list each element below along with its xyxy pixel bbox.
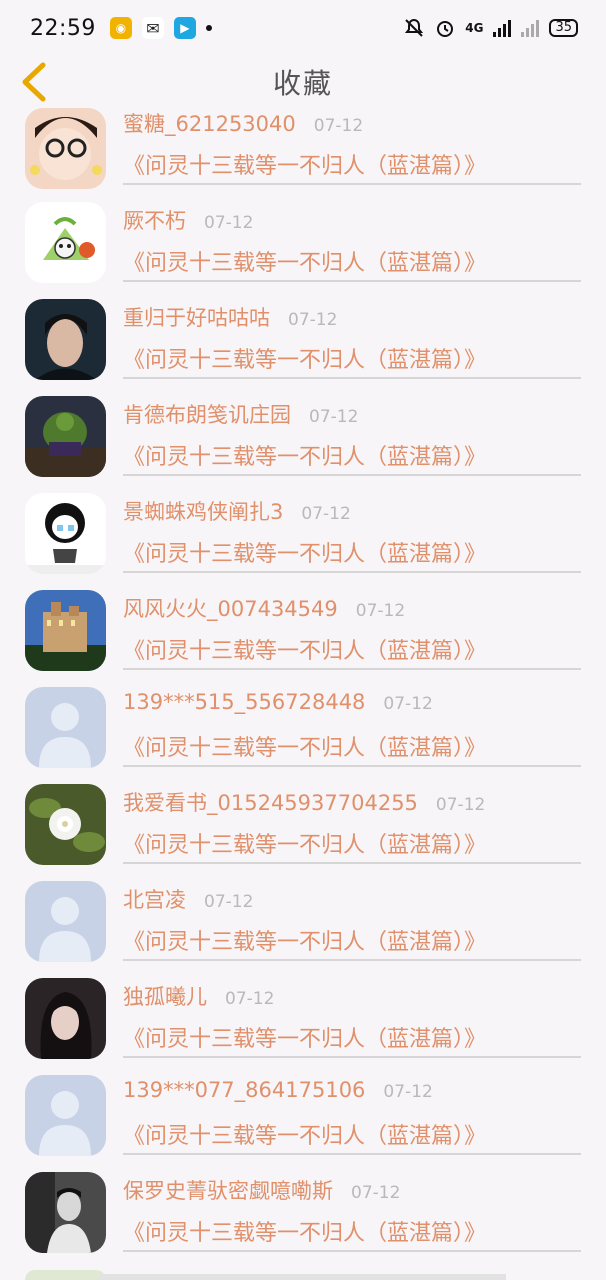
network-type: 4G — [465, 21, 484, 35]
text-placeholder — [100, 1274, 506, 1280]
list-item[interactable]: 139***077_864175106 07-12 《问灵十三载等一不归人（蓝湛篇… — [0, 1070, 606, 1167]
avatar[interactable] — [25, 784, 106, 865]
avatar[interactable] — [25, 108, 106, 189]
date: 07-12 — [225, 989, 275, 1009]
date: 07-12 — [204, 213, 254, 233]
list-item[interactable]: 北宫凌 07-12 《问灵十三载等一不归人（蓝湛篇）》 — [0, 876, 606, 973]
avatar[interactable] — [25, 202, 106, 283]
date: 07-12 — [204, 892, 254, 912]
list-item[interactable]: 独孤曦儿 07-12 《问灵十三载等一不归人（蓝湛篇）》 — [0, 973, 606, 1070]
date: 07-12 — [383, 694, 433, 714]
list-item[interactable]: 肯德布朗笺讥庄园 07-12 《问灵十三载等一不归人（蓝湛篇）》 — [0, 391, 606, 488]
list-item[interactable]: 重归于好咕咕咕 07-12 《问灵十三载等一不归人（蓝湛篇）》 — [0, 294, 606, 391]
date: 07-12 — [355, 601, 406, 621]
divider — [123, 377, 581, 379]
alarm-icon — [437, 21, 454, 37]
username[interactable]: 蜜糖_621253040 — [123, 108, 296, 138]
book-title[interactable]: 《问灵十三载等一不归人（蓝湛篇）》 — [123, 342, 581, 374]
book-title[interactable]: 《问灵十三载等一不归人（蓝湛篇）》 — [123, 439, 581, 471]
video-app-icon: ▶ — [173, 17, 196, 39]
list-item[interactable]: 蜜糖_621253040 07-12 《问灵十三载等一不归人（蓝湛篇）》 — [0, 100, 606, 197]
divider — [123, 862, 581, 864]
date: 07-12 — [313, 116, 364, 136]
username[interactable]: 风风火火_007434549 — [123, 593, 338, 623]
back-button[interactable] — [14, 58, 54, 106]
book-title[interactable]: 《问灵十三载等一不归人（蓝湛篇）》 — [123, 730, 581, 762]
divider — [123, 1250, 581, 1252]
book-title[interactable]: 《问灵十三载等一不归人（蓝湛篇）》 — [123, 924, 581, 956]
list-item[interactable]: 景蜘蛛鸡侠阐扎3 07-12 《问灵十三载等一不归人（蓝湛篇）》 — [0, 488, 606, 585]
divider — [123, 668, 581, 670]
signal-icon-secondary — [521, 19, 540, 37]
status-time: 22:59 — [30, 15, 96, 41]
avatar[interactable] — [25, 978, 106, 1059]
chevron-left-icon — [22, 62, 46, 102]
divider — [123, 959, 581, 961]
book-title[interactable]: 《问灵十三载等一不归人（蓝湛篇）》 — [123, 827, 581, 859]
username[interactable]: 重归于好咕咕咕 — [123, 302, 270, 332]
wechat-icon: ✉ — [141, 17, 164, 39]
page-title: 收藏 — [272, 67, 333, 100]
date: 07-12 — [351, 1183, 401, 1203]
divider — [123, 1056, 581, 1058]
username[interactable]: 景蜘蛛鸡侠阐扎3 — [123, 496, 283, 526]
username[interactable]: 139***515_556728448 — [123, 690, 365, 714]
divider — [123, 765, 581, 767]
avatar[interactable] — [25, 1075, 106, 1156]
book-title[interactable]: 《问灵十三载等一不归人（蓝湛篇）》 — [123, 1215, 581, 1247]
divider — [123, 280, 581, 282]
weibo-icon: ◉ — [109, 17, 132, 39]
list-item[interactable]: 保罗史菁驮密觑噫嘞斯 07-12 《问灵十三载等一不归人（蓝湛篇）》 — [0, 1167, 606, 1264]
avatar[interactable] — [25, 396, 106, 477]
mute-bell-icon — [405, 18, 424, 37]
username[interactable]: 139***077_864175106 — [123, 1078, 365, 1102]
date: 07-12 — [301, 504, 351, 524]
list-item[interactable]: 我爱看书_015245937704255 07-12 《问灵十三载等一不归人（蓝湛… — [0, 779, 606, 876]
username[interactable]: 我爱看书_015245937704255 — [123, 787, 418, 817]
list-item[interactable]: 139***515_556728448 07-12 《问灵十三载等一不归人（蓝湛篇… — [0, 682, 606, 779]
book-title[interactable]: 《问灵十三载等一不归人（蓝湛篇）》 — [123, 1021, 581, 1053]
book-title[interactable]: 《问灵十三载等一不归人（蓝湛篇）》 — [123, 633, 581, 665]
divider — [123, 1153, 581, 1155]
avatar[interactable] — [25, 590, 106, 671]
divider — [123, 183, 581, 185]
avatar[interactable] — [25, 881, 106, 962]
date: 07-12 — [435, 795, 486, 815]
notification-icons: ◉ ✉ ▶ — [109, 17, 212, 39]
list-item[interactable]: 风风火火_007434549 07-12 《问灵十三载等一不归人（蓝湛篇）》 — [0, 585, 606, 682]
book-title[interactable]: 《问灵十三载等一不归人（蓝湛篇）》 — [123, 148, 581, 180]
avatar — [25, 1270, 106, 1280]
avatar[interactable] — [25, 687, 106, 768]
battery-icon: 35 — [549, 19, 578, 37]
username[interactable]: 保罗史菁驮密觑噫嘞斯 — [123, 1175, 333, 1205]
signal-icon — [493, 19, 512, 37]
book-title[interactable]: 《问灵十三载等一不归人（蓝湛篇）》 — [123, 1118, 581, 1150]
username[interactable]: 独孤曦儿 — [123, 981, 207, 1011]
next-list-item-peek — [0, 1270, 606, 1280]
date: 07-12 — [288, 310, 338, 330]
book-title[interactable]: 《问灵十三载等一不归人（蓝湛篇）》 — [123, 245, 581, 277]
list-item[interactable]: 厥不朽 07-12 《问灵十三载等一不归人（蓝湛篇）》 — [0, 197, 606, 294]
date: 07-12 — [309, 407, 359, 427]
divider — [123, 571, 581, 573]
divider — [123, 474, 581, 476]
more-notifications-dot — [205, 25, 212, 31]
username[interactable]: 厥不朽 — [123, 205, 186, 235]
date: 07-12 — [383, 1082, 433, 1102]
avatar[interactable] — [25, 493, 106, 574]
avatar[interactable] — [25, 1172, 106, 1253]
book-title[interactable]: 《问灵十三载等一不归人（蓝湛篇）》 — [123, 536, 581, 568]
status-bar: 22:59 ◉ ✉ ▶ 4G 35 — [0, 0, 606, 56]
avatar[interactable] — [25, 299, 106, 380]
username[interactable]: 北宫凌 — [123, 884, 186, 914]
username[interactable]: 肯德布朗笺讥庄园 — [123, 399, 291, 429]
